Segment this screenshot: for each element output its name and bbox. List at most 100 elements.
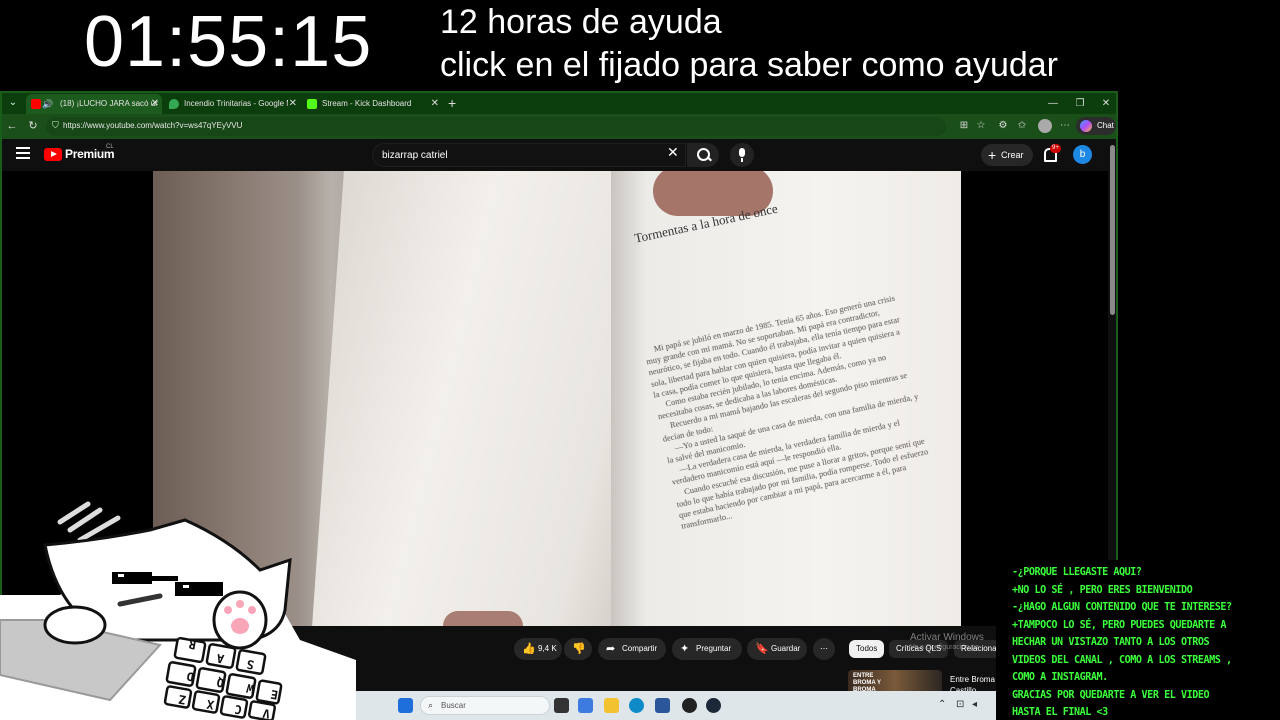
search-button[interactable] [687,143,719,167]
windows-start-icon[interactable] [398,698,413,713]
search-query: bizarrap catriel [382,150,448,161]
save-label: Guardar [771,644,801,653]
share-label: Compartir [622,644,658,653]
info-line: -¿HAGO ALGUN CONTENIDO QUE TE INTERESE? [1012,600,1232,613]
tab-actions-chevron-icon[interactable]: ⌄ [6,96,20,110]
info-line: +TAMPOCO LO SÉ, PERO PUEDES QUEDARTE A [1012,617,1227,631]
motion-lines [57,501,121,543]
minimize-icon[interactable]: — [1042,93,1064,114]
app-available-icon[interactable]: ⊞ [956,118,972,134]
share-button[interactable]: ➦ Compartir [598,638,666,660]
ask-label: Preguntar [696,644,732,653]
cat-paw-icon [212,590,268,650]
file-explorer-icon[interactable] [604,698,619,713]
address-toolbar: ← ↻ ⛉ https://www.youtube.com/watch?v=ws… [2,114,1116,139]
app-icon[interactable] [682,698,697,713]
create-button[interactable]: + Crear [981,144,1033,166]
activate-windows-watermark: Activar Windows [910,632,984,643]
taskbar-search-input[interactable]: ⌕ Buscar [420,696,550,715]
scroll-thumb[interactable] [1110,145,1115,315]
activate-windows-subtitle: Ve a Configuración pa [910,644,979,651]
ask-button[interactable]: ✦ Preguntar [672,638,742,660]
voice-search-mic-icon[interactable] [730,143,754,167]
windows-taskbar: ⌕ Buscar ⌃ ⊡ ◂ [356,691,996,720]
create-label: Crear [1001,150,1024,160]
youtube-logo-icon[interactable] [44,148,62,161]
user-avatar[interactable]: b [1073,145,1092,164]
region-code: CL [106,144,114,150]
url-text: https://www.youtube.com/watch?v=ws47qYEy… [63,121,243,130]
sparkle-icon: ✦ [680,643,690,655]
steam-icon[interactable] [706,698,721,713]
search-icon: ⌕ [428,700,434,710]
tab-youtube[interactable]: 🔊 (18) ¡LUCHO JARA sacó un LI ✕ [26,94,162,114]
more-menu-icon[interactable]: ⋯ [1057,118,1073,134]
url-field[interactable]: ⛉ https://www.youtube.com/watch?v=ws47qY… [46,117,946,136]
tab-label: (18) ¡LUCHO JARA sacó un LI [60,99,158,108]
bookmark-icon: 🔖 [755,643,769,655]
youtube-favicon-icon [31,99,41,109]
tab-bar: ⌄ 🔊 (18) ¡LUCHO JARA sacó un LI ✕ Incend… [2,93,1116,114]
store-icon[interactable] [655,698,670,713]
hand-image [443,611,523,626]
chat-label: Chat [1097,121,1114,130]
info-line: COMO A INSTAGRAM. [1012,670,1108,683]
close-tab-icon[interactable]: ✕ [289,94,297,114]
stream-info-overlay: -¿PORQUE LLEGASTE AQUI? +NO LO SÉ , PERO… [996,560,1280,720]
favorite-star-icon[interactable]: ☆ [973,118,989,134]
maximize-icon[interactable]: ❐ [1069,93,1091,114]
taskbar-search-placeholder: Buscar [441,701,466,710]
search-input[interactable]: bizarrap catriel [372,143,686,167]
info-line: HASTA EL FINAL <3 [1012,705,1108,718]
more-actions-button[interactable]: ⋯ [813,638,835,660]
favorites-icon[interactable]: ✩ [1014,118,1030,134]
save-button[interactable]: 🔖 Guardar [747,638,807,660]
copilot-chat-button[interactable]: Chat [1076,117,1116,135]
back-arrow-icon[interactable]: ← [4,118,20,134]
extensions-icon[interactable]: ⚙ [995,118,1011,134]
site-info-icon[interactable]: ⛉ [52,120,59,131]
kick-favicon-icon [307,99,317,109]
overlay-help-text: click en el fijado para saber como ayuda… [440,46,1058,84]
book-left-page [312,171,644,626]
speaker-icon[interactable]: 🔊 [42,94,53,114]
profile-avatar[interactable] [1038,119,1052,133]
tab-label: Incendio Trinitarias - Google Maps [184,99,288,108]
copilot-app-icon[interactable] [578,698,593,713]
info-line: VIDEOS DEL CANAL , COMO A LOS STREAMS , [1012,652,1232,666]
thumbs-down-icon: 👎 [572,643,586,655]
youtube-header: Premium CL bizarrap catriel ✕ + Crear 9+… [2,139,1108,171]
clear-search-icon[interactable]: ✕ [667,145,679,159]
tab-kick-dashboard[interactable]: Stream - Kick Dashboard ✕ [302,94,442,114]
edge-browser-icon[interactable] [629,698,644,713]
maps-favicon-icon [169,99,179,109]
cat-paw-icon [43,605,107,645]
info-line: -¿PORQUE LLEGASTE AQUI? [1012,565,1142,578]
volume-icon[interactable]: ◂ [972,699,977,710]
overlay-subathon-text: 12 horas de ayuda [440,3,722,41]
close-tab-icon[interactable]: ✕ [151,94,159,114]
copilot-icon [1080,120,1092,132]
notification-count-badge: 9+ [1050,144,1061,153]
bongo-cat-overlay: A S D Q W E R Z X C V [0,501,356,720]
info-line: HECHAR UN VISTAZO TANTO A LOS OTROS [1012,635,1210,648]
close-tab-icon[interactable]: ✕ [431,94,439,114]
task-view-icon[interactable] [554,698,569,713]
share-arrow-icon: ➦ [606,643,616,655]
tab-google-maps[interactable]: Incendio Trinitarias - Google Maps ✕ [164,94,300,114]
like-count: 9,4 K [538,644,557,653]
new-tab-button[interactable]: + [448,94,456,113]
close-window-icon[interactable]: ✕ [1095,93,1116,114]
dislike-button[interactable]: 👎 [564,638,592,660]
plus-icon: + [988,147,997,163]
chip-todos[interactable]: Todos [849,640,885,658]
tray-overflow-icon[interactable]: ⌃ [938,699,946,710]
reload-icon[interactable]: ↻ [25,118,41,134]
info-line: +NO LO SÉ , PERO ERES BIENVENIDO [1012,582,1193,596]
network-icon[interactable]: ⊡ [956,699,964,710]
like-button[interactable]: 👍 9,4 K [514,638,562,660]
tab-label: Stream - Kick Dashboard [322,99,412,108]
thumbs-up-icon: 👍 [522,643,536,655]
hamburger-menu-icon[interactable] [16,147,30,159]
info-line: GRACIAS POR QUEDARTE A VER EL VIDEO [1012,687,1210,701]
